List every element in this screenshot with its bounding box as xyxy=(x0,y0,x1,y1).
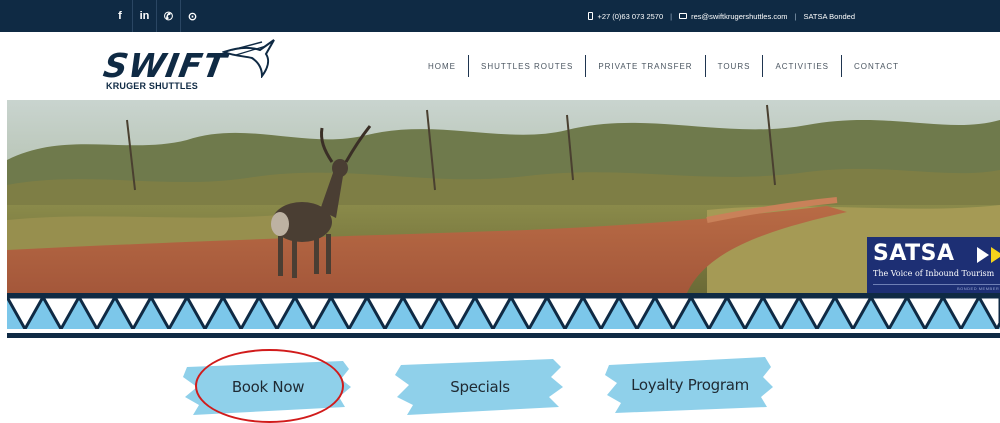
satsa-arrow-icon xyxy=(991,247,1000,263)
site-logo[interactable]: SWIFT KRUGER SHUTTLES xyxy=(100,39,275,94)
decorative-pattern-strip xyxy=(4,293,1000,338)
phone-link[interactable]: +27 (0)63 073 2570 xyxy=(597,12,663,21)
logo-subtitle: KRUGER SHUTTLES xyxy=(106,81,199,91)
social-links: f in ✆ ⊙ xyxy=(108,0,204,32)
phone-icon xyxy=(588,12,594,20)
hero-landscape xyxy=(7,100,1000,293)
book-now-button[interactable]: Book Now xyxy=(183,357,353,417)
satsa-arrow-icon xyxy=(977,247,989,263)
loyalty-program-label: Loyalty Program xyxy=(631,376,749,394)
tripadvisor-icon[interactable]: ⊙ xyxy=(180,0,204,32)
divider xyxy=(873,284,1000,285)
nav-shuttles-routes[interactable]: SHUTTLES ROUTES xyxy=(468,55,585,77)
email-link[interactable]: res@swiftkrugershuttles.com xyxy=(691,12,787,21)
hero-banner-image: SATSA The Voice of Inbound Tourism BONDE… xyxy=(7,100,1000,293)
nav-home[interactable]: HOME xyxy=(428,55,468,77)
satsa-badge[interactable]: SATSA The Voice of Inbound Tourism BONDE… xyxy=(867,237,1000,293)
nav-private-transfer[interactable]: PRIVATE TRANSFER xyxy=(585,55,704,77)
linkedin-icon[interactable]: in xyxy=(132,0,156,32)
satsa-bonded-text: SATSA Bonded xyxy=(803,11,855,21)
nav-tours[interactable]: TOURS xyxy=(704,55,763,77)
divider: | xyxy=(670,11,673,21)
triangle-pattern xyxy=(4,293,1000,338)
main-nav: HOME SHUTTLES ROUTES PRIVATE TRANSFER TO… xyxy=(428,55,911,77)
facebook-icon[interactable]: f xyxy=(108,0,132,32)
satsa-logo-text: SATSA xyxy=(873,241,955,266)
nav-contact[interactable]: CONTACT xyxy=(841,55,911,77)
nav-activities[interactable]: ACTIVITIES xyxy=(762,55,841,77)
contact-info: +27 (0)63 073 2570 | res@swiftkrugershut… xyxy=(588,0,855,32)
whatsapp-icon[interactable]: ✆ xyxy=(156,0,180,32)
specials-button[interactable]: Specials xyxy=(395,357,565,417)
specials-label: Specials xyxy=(450,378,510,396)
logo-wordmark: SWIFT xyxy=(100,46,230,85)
loyalty-program-button[interactable]: Loyalty Program xyxy=(605,355,775,415)
divider: | xyxy=(794,11,797,21)
site-header: SWIFT KRUGER SHUTTLES HOME SHUTTLES ROUT… xyxy=(0,32,1000,100)
satsa-tagline: The Voice of Inbound Tourism xyxy=(873,269,995,278)
top-bar: f in ✆ ⊙ +27 (0)63 073 2570 | res@swiftk… xyxy=(0,0,1000,32)
chat-icon xyxy=(679,13,688,19)
swift-bird-icon xyxy=(222,39,275,78)
satsa-bonded-label: BONDED MEMBER xyxy=(957,286,1000,291)
book-now-label: Book Now xyxy=(231,378,305,396)
